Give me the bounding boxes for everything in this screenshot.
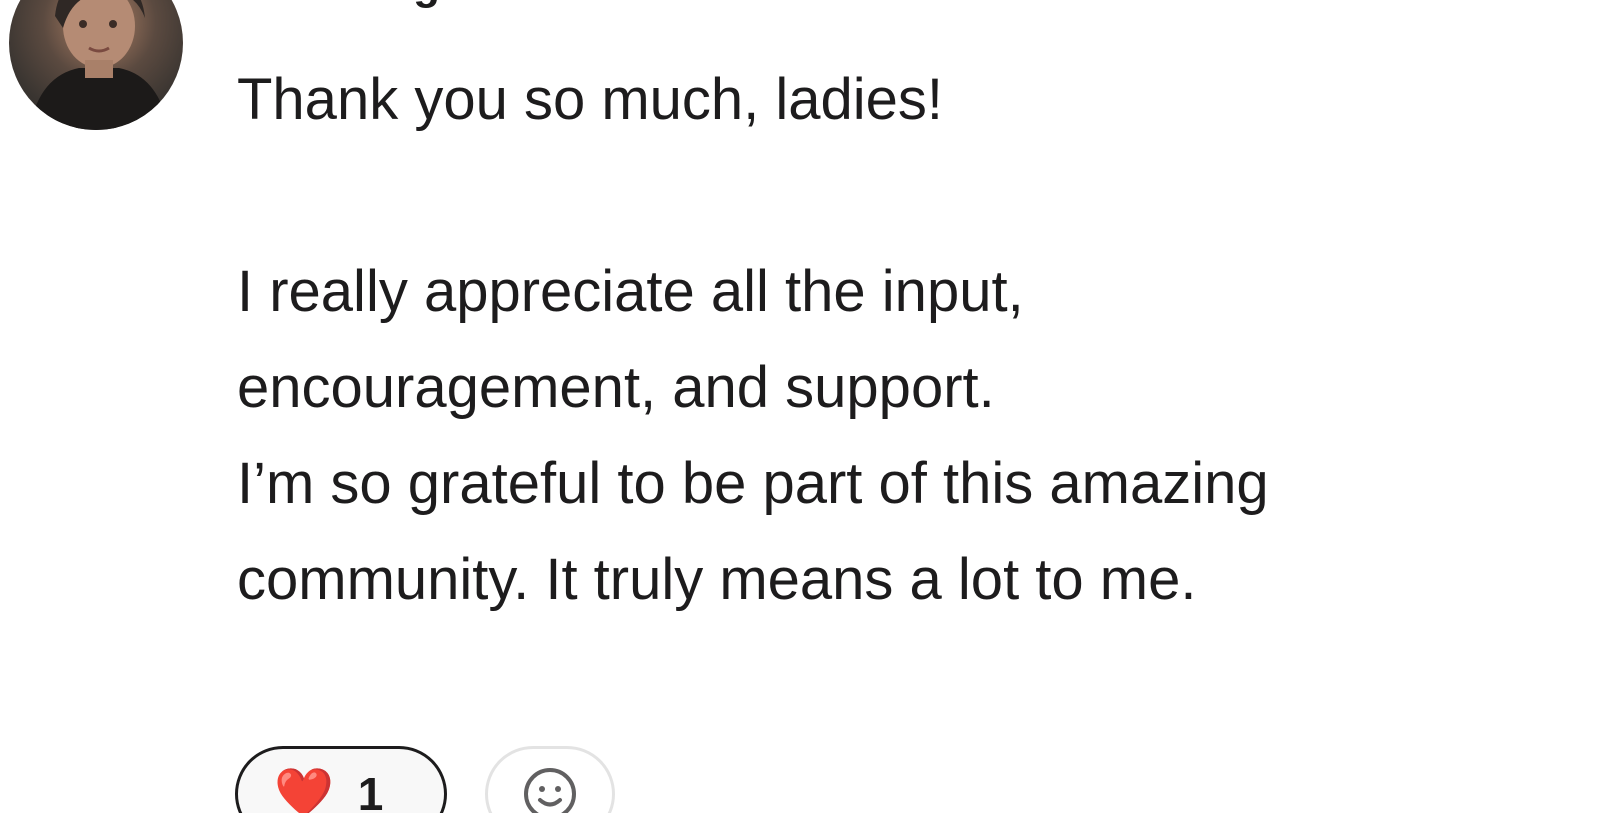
message-header: Ibanesa guzman 7:39 AM xyxy=(237,0,762,16)
reactions-bar: ❤️ 1 xyxy=(235,746,615,813)
reaction-heart-pill[interactable]: ❤️ 1 xyxy=(235,746,447,813)
avatar-photo xyxy=(29,0,169,130)
heart-icon: ❤️ xyxy=(274,767,334,813)
message-paragraph: I’m so grateful to be part of this amazi… xyxy=(237,451,1269,612)
timestamp[interactable]: 7:39 AM xyxy=(615,0,762,9)
message-paragraph: Thank you so much, ladies! xyxy=(237,67,944,132)
smiley-add-reaction-icon xyxy=(524,768,576,813)
message-paragraph: I really appreciate all the input, encou… xyxy=(237,259,1024,420)
author-name[interactable]: Ibanesa guzman xyxy=(237,0,579,10)
reaction-count: 1 xyxy=(357,768,384,813)
message-body: Thank you so much, ladies! I really appr… xyxy=(237,52,1537,628)
add-reaction-button[interactable] xyxy=(485,746,615,813)
avatar[interactable] xyxy=(9,0,183,130)
